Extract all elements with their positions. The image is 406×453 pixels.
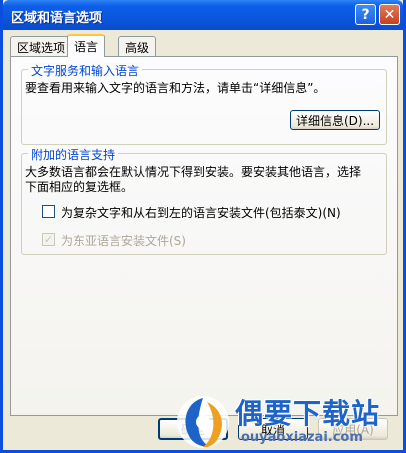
- close-button[interactable]: ✕: [379, 4, 400, 25]
- supplemental-description-line2: 下面相应的复选框。: [25, 180, 134, 194]
- supplemental-description-line1: 大多数语言都会在默认情况下得到安装。要安装其他语言，选择: [25, 165, 362, 179]
- watermark-title: 偶要下载站: [235, 397, 381, 430]
- complex-script-checkbox[interactable]: [42, 205, 55, 218]
- tab-label: 语言: [74, 40, 99, 54]
- tab-advanced[interactable]: 高级: [118, 36, 157, 56]
- details-button-label: 详细信息(D)...: [295, 113, 375, 128]
- watermark-url: ouyaoxiazai.com: [241, 430, 363, 445]
- watermark: 偶要下载站 ouyaoxiazai.com: [173, 390, 406, 453]
- checkmark-icon: ✓: [43, 233, 54, 246]
- tab-panel-languages: 文字服务和输入语言 要查看用来输入文字的语言和方法，请单击“详细信息”。 详细信…: [10, 56, 398, 416]
- tab-label: 区域选项: [17, 41, 66, 55]
- title-bar[interactable]: 区域和语言选项 ? ✕: [3, 0, 403, 30]
- text-services-legend: 文字服务和输入语言: [28, 62, 143, 79]
- close-icon: ✕: [383, 6, 396, 23]
- tab-languages[interactable]: 语言: [67, 34, 106, 57]
- window-title: 区域和语言选项: [11, 11, 103, 26]
- details-button[interactable]: 详细信息(D)...: [290, 110, 380, 130]
- supplemental-language-group: 附加的语言支持 大多数语言都会在默认情况下得到安装。要安装其他语言，选择 下面相…: [21, 146, 387, 255]
- text-services-description: 要查看用来输入文字的语言和方法，请单击“详细信息”。: [25, 81, 326, 95]
- help-button[interactable]: ?: [355, 4, 376, 25]
- supplemental-legend: 附加的语言支持: [28, 146, 119, 163]
- tab-label: 高级: [125, 41, 150, 55]
- question-icon: ?: [361, 6, 370, 23]
- tab-regional-options[interactable]: 区域选项: [10, 36, 73, 56]
- watermark-logo-icon: [177, 396, 229, 448]
- east-asian-checkbox[interactable]: ✓: [42, 233, 55, 246]
- text-services-group: 文字服务和输入语言 要查看用来输入文字的语言和方法，请单击“详细信息”。 详细信…: [21, 62, 387, 145]
- dialog-window: 区域和语言选项 ? ✕ 区域选项 语言 高级 文字服务和输入语言 要查看用来输入…: [0, 0, 406, 453]
- complex-script-label[interactable]: 为复杂文字和从右到左的语言安装文件(包括泰文)(N): [61, 204, 341, 221]
- east-asian-label[interactable]: 为东亚语言安装文件(S): [61, 232, 186, 249]
